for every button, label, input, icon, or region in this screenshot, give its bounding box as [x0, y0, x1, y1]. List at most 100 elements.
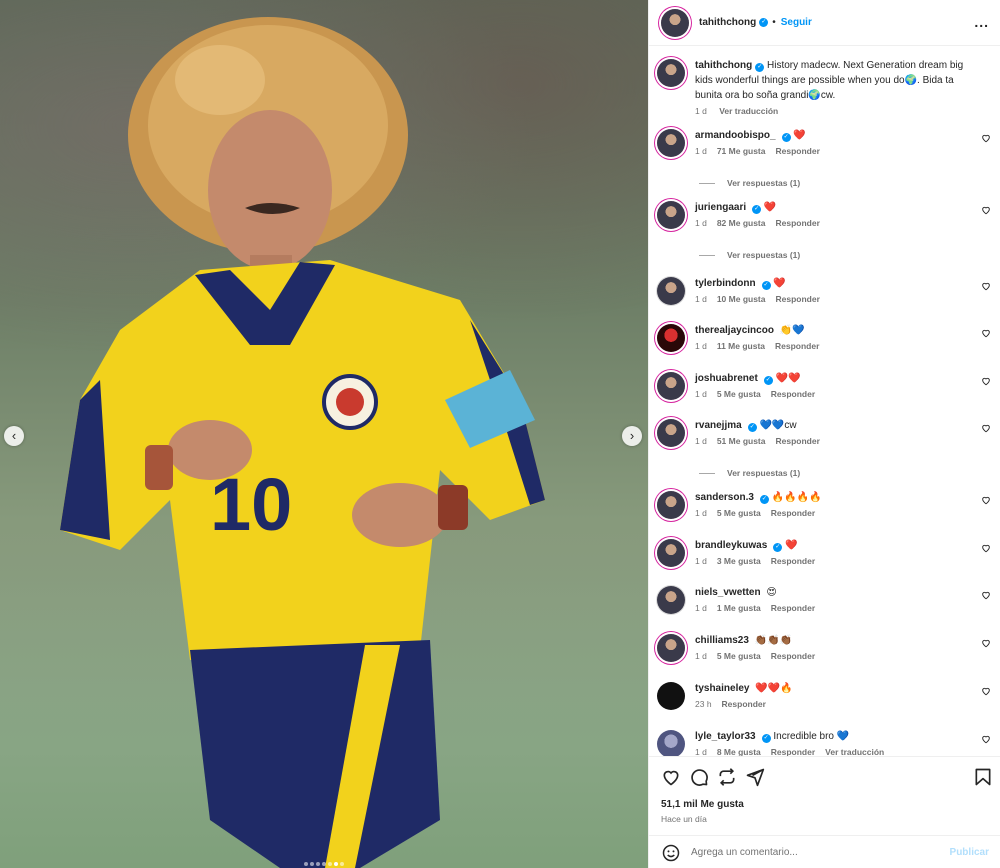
translate-link[interactable]: Ver traducción: [719, 106, 778, 116]
reply-button[interactable]: Responder: [771, 389, 815, 399]
comment-item: therealjaycincoo 👏💙 1 d 11 Me gusta Respond…: [657, 324, 995, 352]
likes-count[interactable]: 51,1 mil Me gusta: [661, 799, 744, 810]
verified-icon: ✓: [759, 495, 769, 504]
reply-button[interactable]: Responder: [722, 699, 766, 709]
more-options-icon[interactable]: ...: [974, 14, 989, 30]
repost-icon[interactable]: [717, 767, 737, 787]
commenter-avatar[interactable]: [657, 372, 685, 400]
comment-input[interactable]: [691, 847, 950, 858]
comment-text: 👏💙: [779, 325, 805, 336]
commenter-avatar[interactable]: [657, 491, 685, 519]
reply-button[interactable]: Responder: [771, 603, 815, 613]
comment-likes[interactable]: 5 Me gusta: [717, 389, 761, 399]
send-icon[interactable]: [745, 767, 765, 787]
like-comment-heart-icon[interactable]: [981, 281, 991, 291]
translate-link[interactable]: Ver traducción: [825, 747, 884, 756]
view-replies-label[interactable]: Ver respuestas (1): [727, 250, 800, 260]
comment-text: 🔥🔥🔥🔥: [771, 492, 822, 503]
caption-username[interactable]: tahithchong: [695, 60, 752, 71]
comment-likes[interactable]: 71 Me gusta: [717, 146, 766, 156]
commenter-username[interactable]: rvanejjma: [695, 420, 742, 431]
like-comment-heart-icon[interactable]: [981, 686, 991, 696]
comment-likes[interactable]: 8 Me gusta: [717, 747, 761, 756]
verified-icon: ✓: [761, 281, 771, 290]
view-replies-label[interactable]: Ver respuestas (1): [727, 178, 800, 188]
commenter-username[interactable]: lyle_taylor33: [695, 731, 756, 742]
comment-likes[interactable]: 5 Me gusta: [717, 508, 761, 518]
comment-likes[interactable]: 3 Me gusta: [717, 556, 761, 566]
emoji-icon[interactable]: [661, 843, 681, 863]
commenter-avatar[interactable]: [657, 129, 685, 157]
comment-likes[interactable]: 1 Me gusta: [717, 603, 761, 613]
like-comment-heart-icon[interactable]: [981, 495, 991, 505]
publish-button[interactable]: Publicar: [950, 847, 989, 858]
commenter-username[interactable]: juriengaari: [695, 202, 746, 213]
verified-icon: ✓: [752, 205, 762, 214]
verified-icon: ✓: [781, 133, 791, 142]
carousel-dot: [316, 862, 320, 866]
commenter-username[interactable]: sanderson.3: [695, 492, 754, 503]
like-comment-heart-icon[interactable]: [981, 328, 991, 338]
commenter-avatar[interactable]: [657, 682, 685, 710]
chevron-left-icon[interactable]: ‹: [4, 426, 24, 446]
comment-likes[interactable]: 10 Me gusta: [717, 294, 766, 304]
comment-icon[interactable]: [689, 767, 709, 787]
like-comment-heart-icon[interactable]: [981, 205, 991, 215]
comments-list[interactable]: tahithchong ✓ History madecw. Next Genera…: [649, 46, 1000, 756]
like-comment-heart-icon[interactable]: [981, 638, 991, 648]
commenter-username[interactable]: tyshaineley: [695, 683, 749, 694]
like-comment-heart-icon[interactable]: [981, 590, 991, 600]
caption-time: 1 d: [695, 106, 707, 116]
commenter-avatar[interactable]: [657, 539, 685, 567]
reply-button[interactable]: Responder: [771, 556, 815, 566]
like-comment-heart-icon[interactable]: [981, 376, 991, 386]
reply-button[interactable]: Responder: [775, 294, 819, 304]
comment-time: 1 d: [695, 556, 707, 566]
view-replies-button[interactable]: Ver respuestas (1): [699, 468, 800, 478]
comment-item: juriengaari ✓ ❤️ 1 d 82 Me gusta Responder: [657, 201, 995, 229]
commenter-username[interactable]: chilliams23: [695, 635, 749, 646]
commenter-username[interactable]: joshuabrenet: [695, 373, 758, 384]
commenter-avatar[interactable]: [657, 586, 685, 614]
reply-button[interactable]: Responder: [775, 436, 819, 446]
post-panel: tahithchong ✓ • Seguir ... tahithchong ✓ …: [648, 0, 1000, 868]
commenter-avatar[interactable]: [657, 277, 685, 305]
commenter-username[interactable]: tylerbindonn: [695, 278, 756, 289]
reply-button[interactable]: Responder: [771, 508, 815, 518]
post-media[interactable]: 10 ‹ ›: [0, 0, 648, 868]
reply-button[interactable]: Responder: [771, 747, 815, 756]
reply-button[interactable]: Responder: [775, 146, 819, 156]
follow-button[interactable]: Seguir: [781, 17, 812, 28]
view-replies-button[interactable]: Ver respuestas (1): [699, 178, 800, 188]
reply-button[interactable]: Responder: [775, 341, 819, 351]
reply-button[interactable]: Responder: [775, 218, 819, 228]
comment-likes[interactable]: 11 Me gusta: [717, 341, 765, 351]
like-comment-heart-icon[interactable]: [981, 543, 991, 553]
author-username[interactable]: tahithchong: [699, 17, 756, 28]
commenter-username[interactable]: armandoobispo_: [695, 130, 776, 141]
post-time: Hace un día: [661, 814, 707, 824]
like-comment-heart-icon[interactable]: [981, 734, 991, 744]
author-avatar[interactable]: [661, 8, 689, 37]
view-replies-button[interactable]: Ver respuestas (1): [699, 250, 800, 260]
commenter-avatar[interactable]: [657, 324, 685, 352]
commenter-username[interactable]: brandleykuwas: [695, 540, 767, 551]
chevron-right-icon[interactable]: ›: [622, 426, 642, 446]
commenter-username[interactable]: niels_vwetten: [695, 587, 761, 598]
commenter-avatar[interactable]: [657, 419, 685, 447]
author-avatar[interactable]: [657, 59, 685, 87]
reply-button[interactable]: Responder: [771, 651, 815, 661]
comment-likes[interactable]: 5 Me gusta: [717, 651, 761, 661]
commenter-avatar[interactable]: [657, 201, 685, 229]
commenter-avatar[interactable]: [657, 730, 685, 756]
like-comment-heart-icon[interactable]: [981, 133, 991, 143]
like-comment-heart-icon[interactable]: [981, 423, 991, 433]
view-replies-label[interactable]: Ver respuestas (1): [727, 468, 800, 478]
comment-time: 1 d: [695, 747, 707, 756]
commenter-username[interactable]: therealjaycincoo: [695, 325, 774, 336]
comment-likes[interactable]: 82 Me gusta: [717, 218, 766, 228]
bookmark-icon[interactable]: [973, 767, 993, 787]
comment-likes[interactable]: 51 Me gusta: [717, 436, 766, 446]
commenter-avatar[interactable]: [657, 634, 685, 662]
heart-icon[interactable]: [661, 767, 681, 787]
